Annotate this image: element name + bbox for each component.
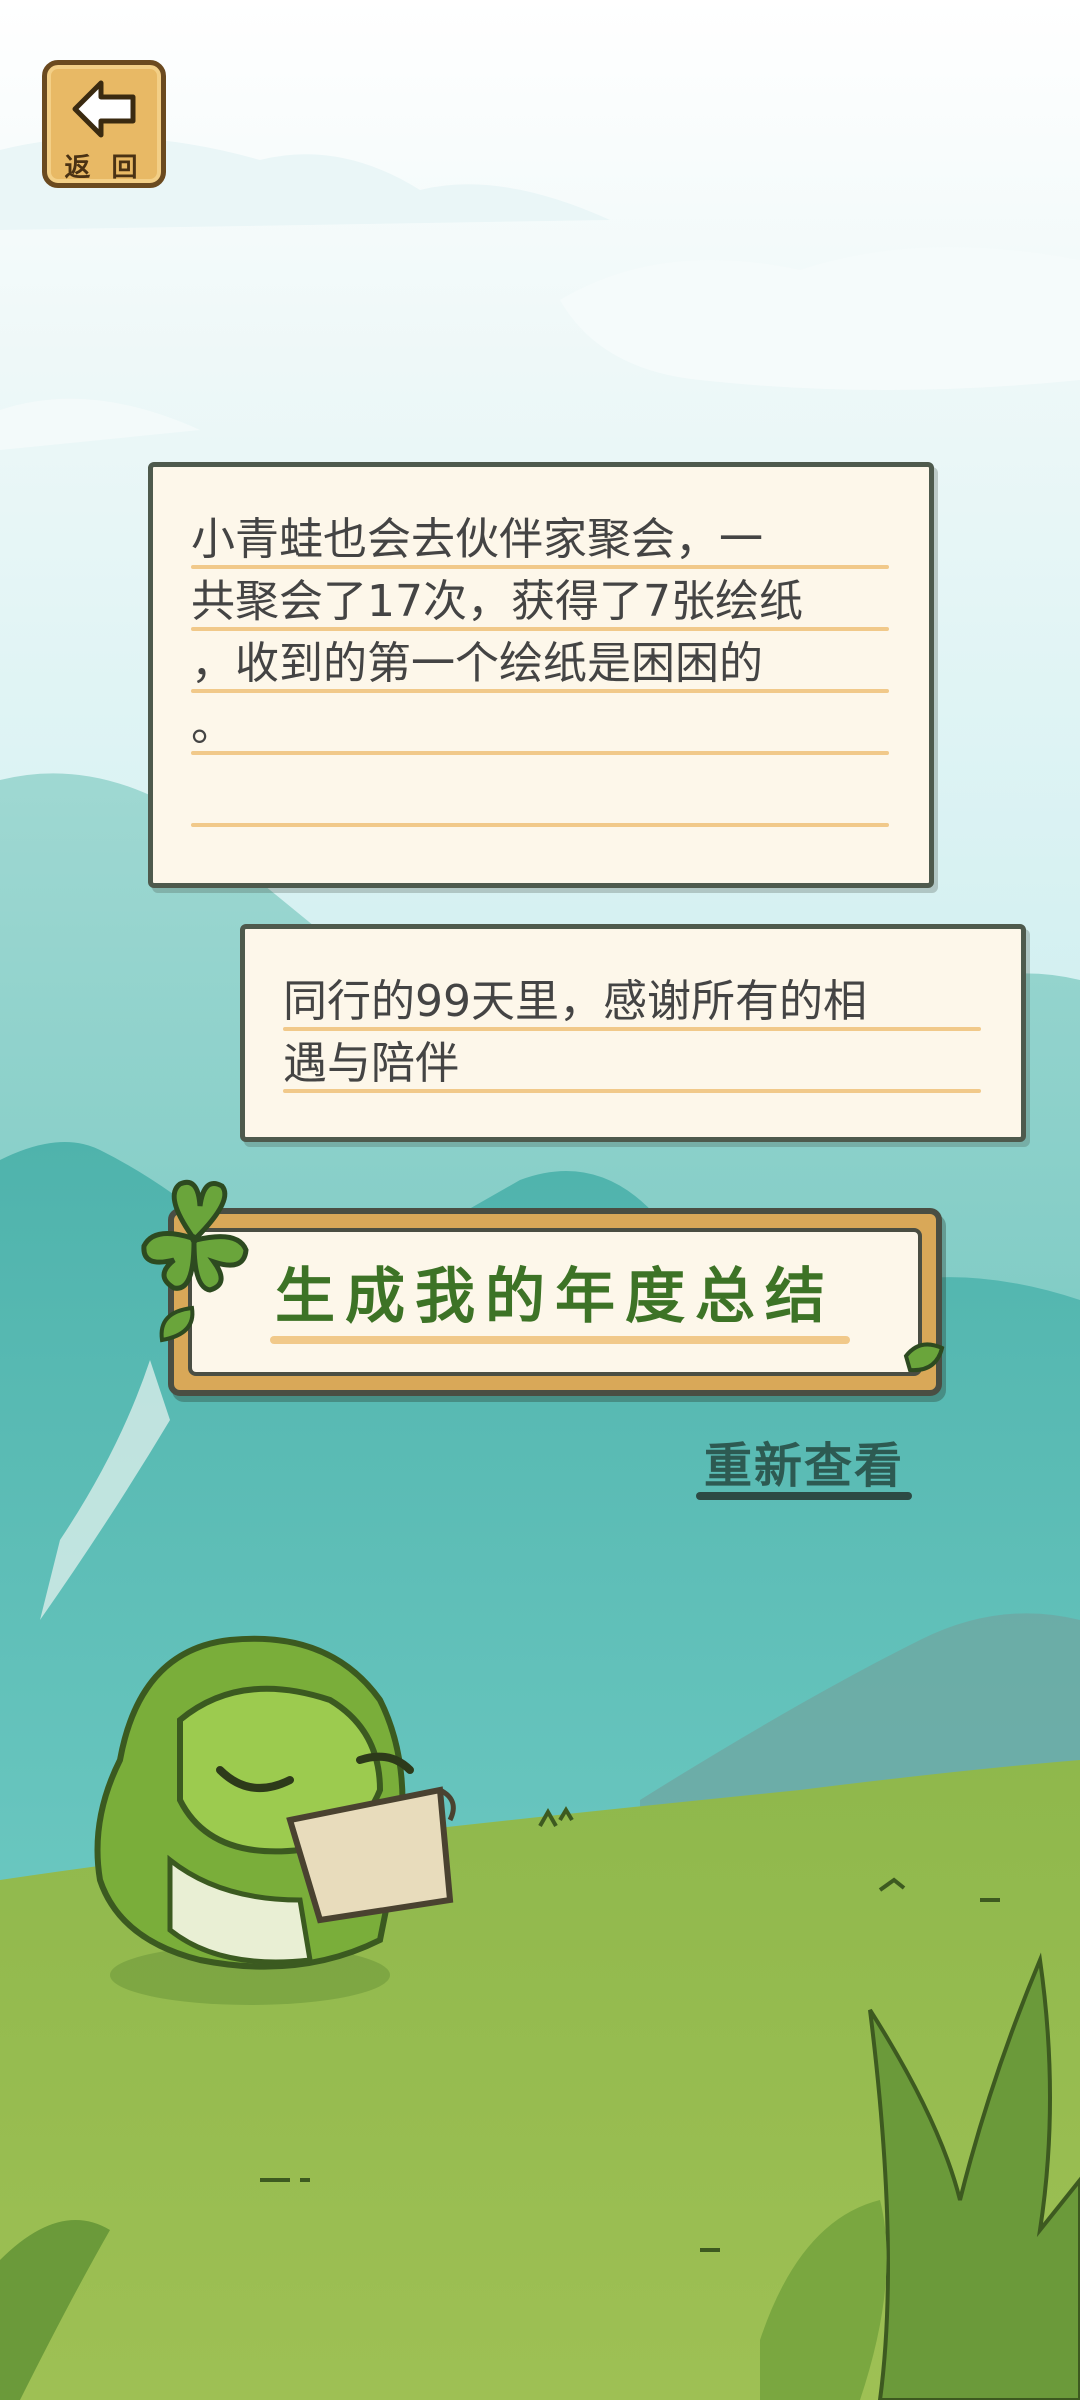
note-text-line: 。 bbox=[191, 700, 235, 751]
generate-summary-button[interactable]: 生成我的年度总结 bbox=[168, 1208, 942, 1396]
note-text-line: ，收到的第一个绘纸是困困的 bbox=[191, 638, 763, 689]
replay-underline bbox=[696, 1492, 912, 1500]
generate-summary-label: 生成我的年度总结 bbox=[275, 1262, 835, 1332]
note-text-line: 共聚会了17次，获得了7张绘纸 bbox=[191, 576, 803, 627]
summary-note-2: 同行的99天里，感谢所有的相 遇与陪伴 bbox=[240, 924, 1026, 1142]
note-text-line: 遇与陪伴 bbox=[283, 1038, 459, 1089]
clover-icon bbox=[141, 1179, 249, 1293]
note-text-line: 同行的99天里，感谢所有的相 bbox=[283, 976, 867, 1027]
note-text-line: 小青蛙也会去伙伴家聚会，一 bbox=[191, 514, 763, 565]
back-button[interactable]: 返 回 bbox=[42, 60, 166, 188]
back-label: 返 回 bbox=[64, 153, 144, 183]
replay-link[interactable]: 重新查看 bbox=[696, 1426, 912, 1494]
back-arrow-icon bbox=[72, 80, 136, 138]
summary-note-1: 小青蛙也会去伙伴家聚会，一 共聚会了17次，获得了7张绘纸 ，收到的第一个绘纸是… bbox=[148, 462, 934, 888]
leaf-icon bbox=[903, 1342, 945, 1373]
leaf-icon bbox=[159, 1305, 195, 1343]
